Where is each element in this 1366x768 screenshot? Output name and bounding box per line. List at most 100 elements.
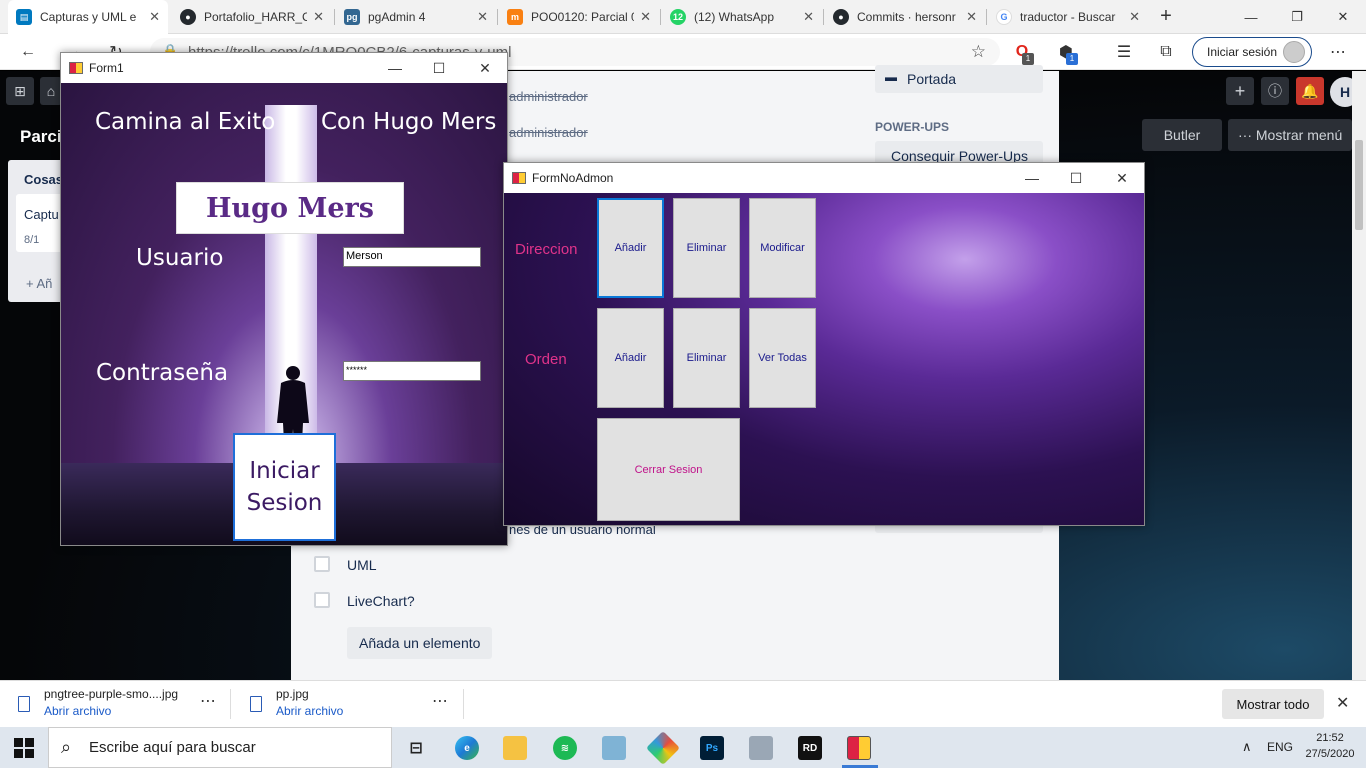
app-icon[interactable] bbox=[749, 736, 773, 760]
extension-badge: 1 bbox=[1022, 53, 1034, 65]
close-icon[interactable]: ✕ bbox=[313, 9, 324, 25]
checklist-badge: 8/1 bbox=[24, 234, 40, 246]
close-icon[interactable]: ✕ bbox=[1336, 693, 1349, 713]
tab-title: (12) WhatsApp bbox=[694, 10, 775, 24]
photoshop-icon[interactable]: Ps bbox=[700, 736, 724, 760]
app-icon[interactable] bbox=[602, 736, 626, 760]
maximize-icon[interactable]: ☐ bbox=[1056, 163, 1096, 193]
minimize-icon[interactable]: — bbox=[1228, 0, 1274, 34]
clock-date[interactable]: 27/5/2020 bbox=[1302, 748, 1358, 760]
close-icon[interactable]: ✕ bbox=[1102, 163, 1142, 193]
close-icon[interactable]: ✕ bbox=[640, 9, 651, 25]
close-icon[interactable]: ✕ bbox=[966, 9, 977, 25]
direccion-delete-button[interactable]: Eliminar bbox=[673, 198, 740, 298]
orden-add-button[interactable]: Añadir bbox=[597, 308, 664, 408]
close-window-icon[interactable]: ✕ bbox=[1320, 0, 1366, 34]
tab-separator bbox=[823, 9, 824, 25]
download-item[interactable]: pp.jpg Abrir archivo ⋯ bbox=[232, 681, 462, 728]
extension-badge: 1 bbox=[1066, 53, 1078, 65]
direccion-add-button[interactable]: Añadir bbox=[597, 198, 664, 298]
apps-grid-icon[interactable]: ⊞ bbox=[6, 77, 34, 105]
tab-title: traductor - Buscar bbox=[1020, 10, 1116, 24]
tab-moodle[interactable]: m POO0120: Parcial 0 ✕ bbox=[499, 0, 659, 34]
user-input[interactable]: Merson bbox=[343, 247, 481, 267]
notification-bell-icon[interactable]: 🔔 bbox=[1296, 77, 1324, 105]
orden-view-all-button[interactable]: Ver Todas bbox=[749, 308, 816, 408]
language-indicator[interactable]: ENG bbox=[1267, 740, 1293, 754]
search-placeholder: Escribe aquí para buscar bbox=[89, 739, 256, 756]
download-filename: pp.jpg bbox=[276, 687, 309, 701]
favorites-list-icon[interactable]: ☰ bbox=[1112, 40, 1136, 64]
show-all-button[interactable]: Mostrar todo bbox=[1222, 689, 1324, 719]
butler-button[interactable]: Butler bbox=[1142, 119, 1222, 151]
winforms-app-icon[interactable] bbox=[847, 736, 871, 760]
page-scrollbar-thumb[interactable] bbox=[1355, 140, 1363, 230]
add-card-link[interactable]: + Añ bbox=[26, 276, 52, 291]
tab-pgadmin[interactable]: pg pgAdmin 4 ✕ bbox=[336, 0, 496, 34]
minimize-icon[interactable]: — bbox=[375, 53, 415, 83]
edge-browser-icon[interactable]: e bbox=[455, 736, 479, 760]
more-options-icon[interactable]: ⋯ bbox=[432, 691, 448, 711]
clock-time[interactable]: 21:52 bbox=[1302, 732, 1358, 744]
back-arrow-icon[interactable]: ← bbox=[16, 40, 40, 64]
orden-delete-button[interactable]: Eliminar bbox=[673, 308, 740, 408]
more-options-icon[interactable]: ⋯ bbox=[200, 691, 216, 711]
add-icon[interactable]: + bbox=[1226, 77, 1254, 105]
info-icon[interactable]: ⓘ bbox=[1261, 77, 1289, 105]
home-icon[interactable]: ⌂ bbox=[40, 77, 62, 105]
direccion-modify-button[interactable]: Modificar bbox=[749, 198, 816, 298]
close-icon[interactable]: ✕ bbox=[477, 9, 488, 25]
restore-icon[interactable]: ❐ bbox=[1274, 0, 1320, 34]
checklist-item[interactable]: LiveChart? bbox=[347, 593, 415, 609]
download-item[interactable]: pngtree-purple-smo....jpg Abrir archivo … bbox=[0, 681, 230, 728]
checklist-checkbox[interactable] bbox=[314, 592, 330, 608]
chevron-up-icon[interactable]: ∧ bbox=[1242, 739, 1252, 755]
user-label: Usuario bbox=[136, 245, 224, 271]
signin-button[interactable]: Iniciar sesión bbox=[1192, 37, 1312, 67]
logout-button[interactable]: Cerrar Sesion bbox=[597, 418, 740, 521]
taskbar-search-box[interactable]: ⌕ Escribe aquí para buscar bbox=[48, 727, 392, 768]
login-button[interactable]: Iniciar Sesion bbox=[233, 433, 336, 541]
cover-icon: ▬ bbox=[885, 70, 897, 84]
tab-title: Portafolio_HARR_C bbox=[204, 10, 308, 24]
cover-button[interactable]: ▬ Portada bbox=[875, 65, 1043, 93]
collections-icon[interactable]: ⧉ bbox=[1154, 40, 1178, 64]
favorite-star-icon[interactable]: ☆ bbox=[971, 42, 986, 62]
spotify-icon[interactable]: ≋ bbox=[553, 736, 577, 760]
form1-titlebar[interactable]: Form1 — ☐ ✕ bbox=[61, 53, 507, 83]
close-icon[interactable]: ✕ bbox=[803, 9, 814, 25]
winforms-app-icon bbox=[512, 172, 526, 184]
close-icon[interactable]: ✕ bbox=[149, 9, 160, 25]
open-file-link[interactable]: Abrir archivo bbox=[276, 704, 343, 718]
direccion-label: Direccion bbox=[515, 241, 578, 258]
show-menu-button[interactable]: ··· Mostrar menú bbox=[1228, 119, 1352, 151]
tab-google-translate[interactable]: G traductor - Buscar ✕ bbox=[988, 0, 1148, 34]
winforms-app-icon bbox=[69, 62, 83, 74]
card-title: Captu bbox=[24, 207, 59, 222]
file-explorer-icon[interactable] bbox=[503, 736, 527, 760]
more-options-icon[interactable]: ⋯ bbox=[1326, 40, 1350, 64]
member-avatar[interactable]: H bbox=[1330, 77, 1352, 107]
add-item-button[interactable]: Añada un elemento bbox=[347, 627, 492, 659]
banner-title: Hugo Mers bbox=[176, 182, 404, 234]
tab-trello[interactable]: ▤ Capturas y UML e ✕ bbox=[8, 0, 168, 34]
minimize-icon[interactable]: — bbox=[1012, 163, 1052, 193]
new-tab-icon[interactable]: + bbox=[1154, 4, 1178, 28]
close-icon[interactable]: ✕ bbox=[1129, 9, 1140, 25]
app-icon[interactable] bbox=[646, 731, 680, 765]
tab-github-commits[interactable]: ● Commits · hersonr ✕ bbox=[825, 0, 985, 34]
tab-whatsapp[interactable]: 12 (12) WhatsApp ✕ bbox=[662, 0, 822, 34]
maximize-icon[interactable]: ☐ bbox=[419, 53, 459, 83]
windows-start-icon[interactable] bbox=[14, 738, 34, 758]
open-file-link[interactable]: Abrir archivo bbox=[44, 704, 111, 718]
password-input[interactable]: ****** bbox=[343, 361, 481, 381]
board-title[interactable]: Parci bbox=[20, 127, 62, 147]
tab-github-portafolio[interactable]: ● Portafolio_HARR_C ✕ bbox=[172, 0, 332, 34]
checklist-checkbox[interactable] bbox=[314, 556, 330, 572]
close-icon[interactable]: ✕ bbox=[465, 53, 505, 83]
task-view-icon[interactable]: ⊟ bbox=[404, 736, 428, 760]
form-no-admon-titlebar[interactable]: FormNoAdmon — ☐ ✕ bbox=[504, 163, 1144, 193]
list-title[interactable]: Cosas bbox=[24, 172, 63, 187]
checklist-item[interactable]: UML bbox=[347, 557, 377, 573]
rider-icon[interactable]: RD bbox=[798, 736, 822, 760]
